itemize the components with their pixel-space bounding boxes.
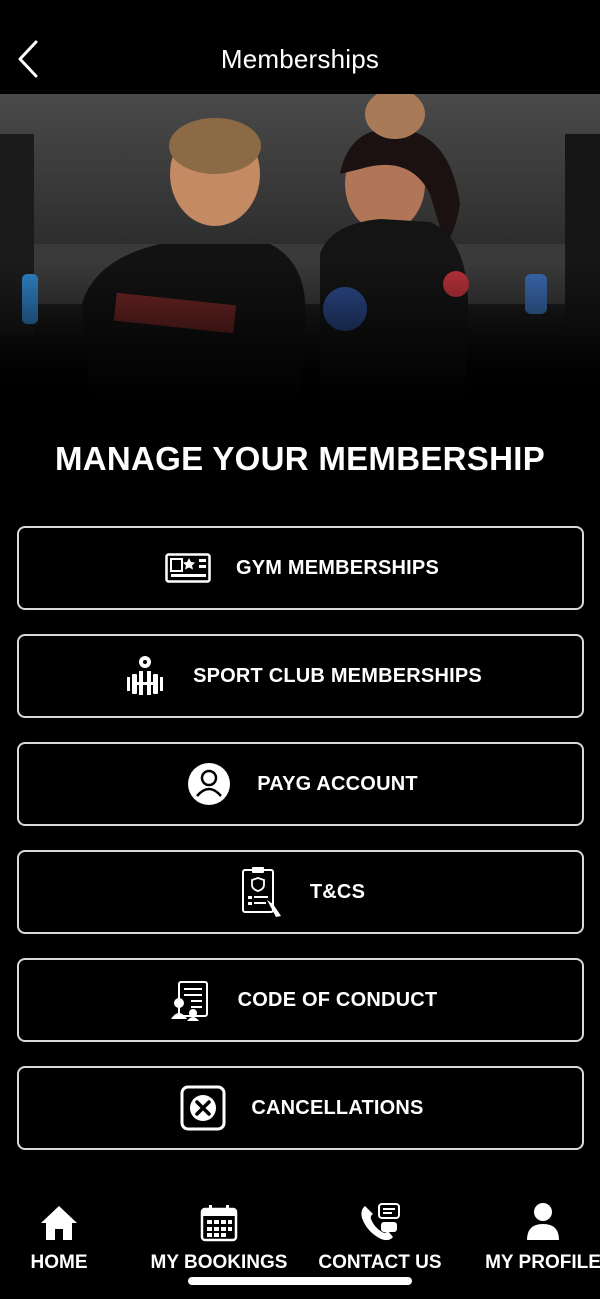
menu-item-label: CANCELLATIONS (251, 1096, 424, 1119)
top-bar: Memberships (0, 0, 600, 94)
home-icon (39, 1196, 79, 1242)
gym-memberships-button[interactable]: GYM MEMBERSHIPS (17, 526, 584, 610)
menu-item-label: PAYG ACCOUNT (257, 772, 418, 795)
page-title: Memberships (220, 44, 380, 74)
calendar-icon (200, 1196, 238, 1242)
conduct-document-icon (164, 974, 216, 1026)
menu-item-label: GYM MEMBERSHIPS (235, 556, 440, 579)
hero-image (0, 94, 600, 400)
cancel-x-icon (177, 1082, 229, 1134)
tab-label: HOME (30, 1252, 88, 1273)
code-of-conduct-button[interactable]: CODE OF CONDUCT (17, 958, 584, 1042)
membership-menu: GYM MEMBERSHIPS SPORT CLUB MEMBERSHIPS P… (17, 526, 584, 1174)
tab-label: CONTACT US (318, 1252, 442, 1273)
menu-item-label: T&CS (309, 880, 366, 903)
user-circle-icon (183, 758, 235, 810)
section-heading: MANAGE YOUR MEMBERSHIP (54, 440, 546, 477)
membership-card-icon (162, 542, 214, 594)
tab-label: MY BOOKINGS (150, 1252, 288, 1273)
tab-contact-us[interactable]: CONTACT US (305, 1190, 455, 1280)
menu-item-label: CODE OF CONDUCT (237, 988, 438, 1011)
tab-home[interactable]: HOME (0, 1190, 134, 1280)
tab-my-bookings[interactable]: MY BOOKINGS (144, 1190, 294, 1280)
clipboard-document-icon (236, 866, 288, 918)
weightlifter-icon (119, 650, 171, 702)
tcs-button[interactable]: T&CS (17, 850, 584, 934)
phone-chat-icon (359, 1196, 401, 1242)
menu-item-label: SPORT CLUB MEMBERSHIPS (193, 664, 482, 687)
tab-label: MY PROFILE (485, 1252, 600, 1273)
cancellations-button[interactable]: CANCELLATIONS (17, 1066, 584, 1150)
profile-icon (525, 1196, 561, 1242)
home-indicator (188, 1277, 412, 1285)
tab-my-profile[interactable]: MY PROFILE (468, 1190, 600, 1280)
payg-account-button[interactable]: PAYG ACCOUNT (17, 742, 584, 826)
sport-club-memberships-button[interactable]: SPORT CLUB MEMBERSHIPS (17, 634, 584, 718)
